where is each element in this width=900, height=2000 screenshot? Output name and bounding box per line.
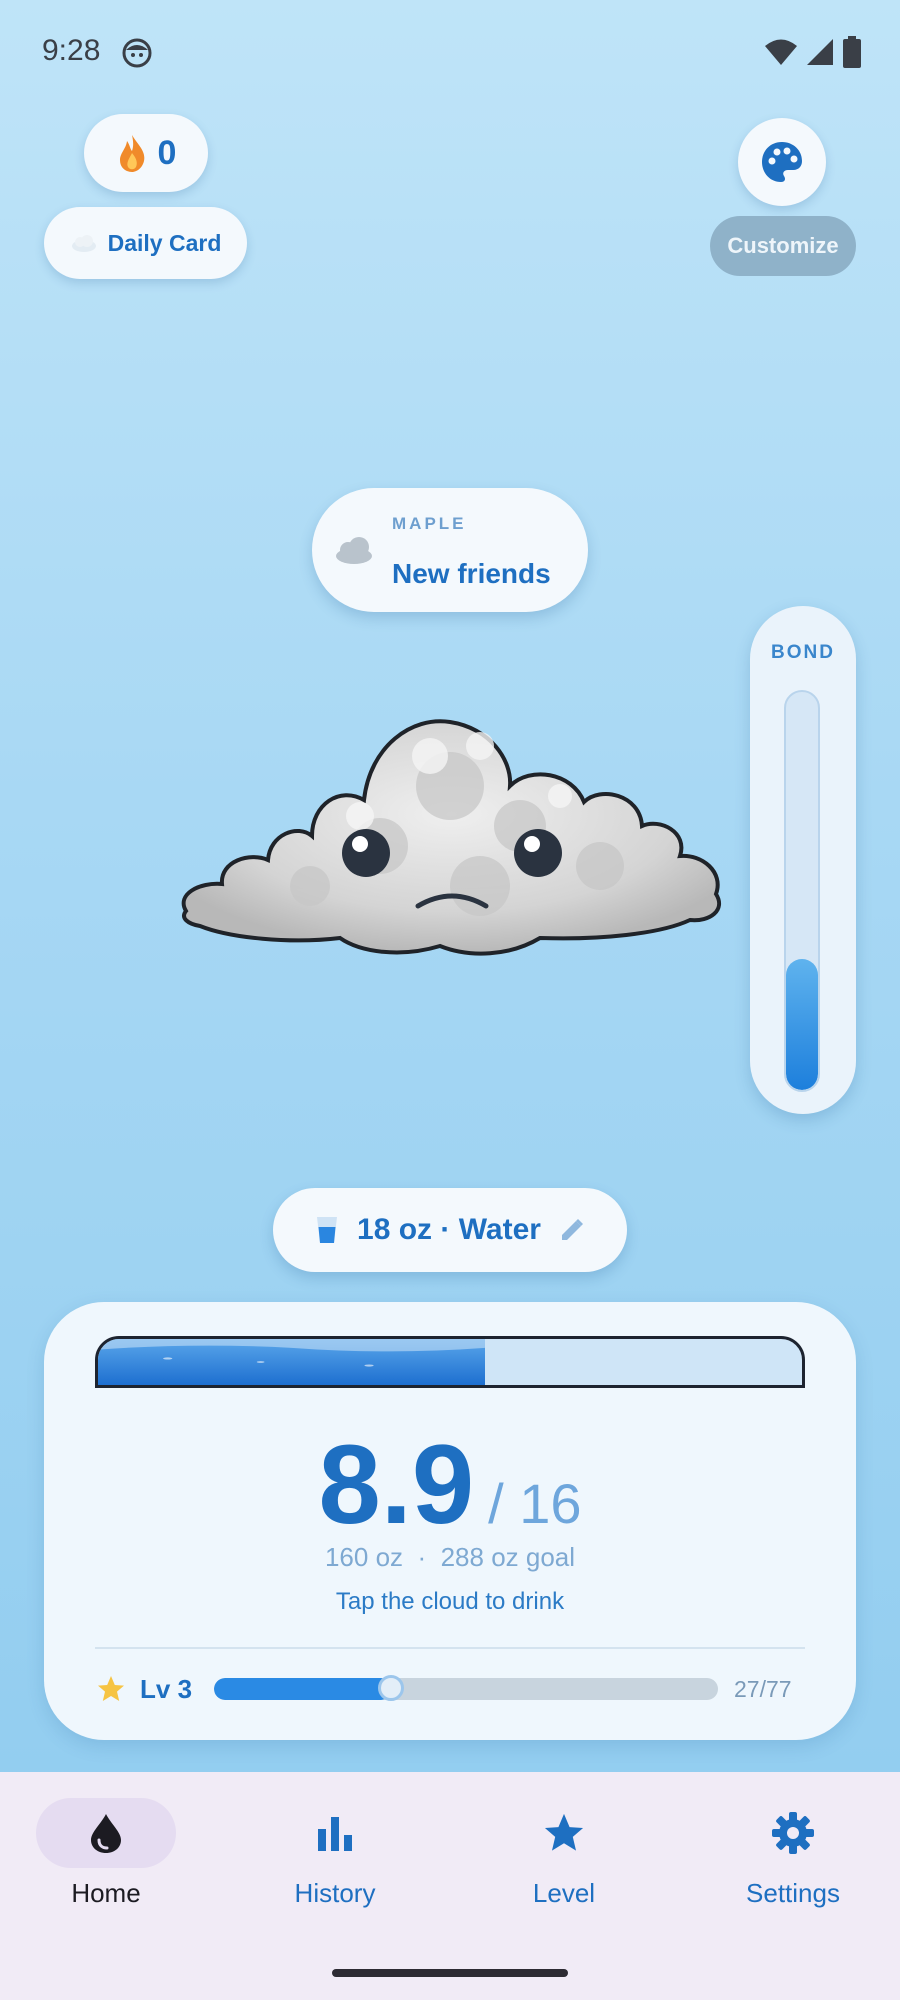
xp-progress-bar xyxy=(214,1678,718,1700)
cup-icon xyxy=(317,1217,338,1243)
nav-home-indicator xyxy=(36,1798,176,1868)
streak-badge[interactable]: 0 xyxy=(84,114,208,192)
intake-value: 8.9 xyxy=(318,1422,475,1547)
nav-home-label: Home xyxy=(71,1878,141,1908)
gesture-handle[interactable] xyxy=(332,1969,568,1977)
card-divider xyxy=(95,1647,805,1649)
cloud-icon xyxy=(336,537,372,564)
bottom-navigation: Home History Level Settings xyxy=(0,1772,900,2000)
bond-fill xyxy=(786,958,818,1090)
cloud-small-icon xyxy=(71,235,96,252)
bar-chart-icon xyxy=(318,1817,352,1851)
progress-card: 8.9/ 16 160 oz · 288 oz goal Tap the clo… xyxy=(44,1302,856,1740)
cellular-signal-icon xyxy=(807,39,833,65)
bond-meter: BOND xyxy=(750,606,856,1114)
nav-level-indicator xyxy=(494,1798,634,1868)
palette-button[interactable] xyxy=(738,118,826,206)
battery-icon xyxy=(843,36,861,68)
nav-history-label: History xyxy=(294,1878,376,1908)
daily-card-button[interactable]: Daily Card xyxy=(44,207,247,279)
wifi-icon xyxy=(765,39,797,65)
water-progress-fill xyxy=(98,1339,486,1385)
customize-button[interactable]: Customize xyxy=(710,216,856,276)
nav-settings-label: Settings xyxy=(746,1878,840,1908)
intake-readout: 8.9/ 16 xyxy=(44,1420,856,1549)
xp-text: 27/77 xyxy=(734,1676,792,1702)
xp-fill xyxy=(214,1678,391,1700)
nav-history[interactable]: History xyxy=(235,1798,435,1928)
bond-label: BOND xyxy=(771,642,835,663)
gear-icon xyxy=(772,1812,814,1854)
level-label: Lv 3 xyxy=(140,1674,193,1704)
water-progress-bar xyxy=(95,1336,805,1388)
nav-level[interactable]: Level xyxy=(464,1798,664,1928)
flame-icon xyxy=(119,135,144,172)
status-icons xyxy=(764,36,862,68)
level-star-icon xyxy=(98,1676,124,1701)
star-icon xyxy=(544,1813,584,1851)
drink-label: 18 oz · Water xyxy=(357,1213,541,1246)
bond-track xyxy=(784,690,820,1092)
nav-history-indicator xyxy=(265,1798,405,1868)
drink-selector-button[interactable]: 18 oz · Water xyxy=(273,1188,627,1272)
ounce-summary: 160 oz · 288 oz goal xyxy=(324,1542,576,1572)
daily-card-label: Daily Card xyxy=(107,229,222,256)
pet-message: New friends xyxy=(392,558,551,589)
cloud-pet[interactable] xyxy=(180,676,724,966)
water-drop-icon xyxy=(91,1814,121,1853)
xp-knob xyxy=(377,1675,404,1701)
streak-count: 0 xyxy=(157,133,177,172)
intake-goal: / 16 xyxy=(488,1472,582,1535)
speech-bubble: MAPLE New friends xyxy=(312,488,588,612)
nav-settings-indicator xyxy=(723,1798,863,1868)
tap-hint: Tap the cloud to drink xyxy=(335,1588,565,1615)
nav-level-label: Level xyxy=(532,1878,596,1908)
status-time: 9:28 xyxy=(42,34,101,67)
edit-pencil-icon xyxy=(561,1219,583,1240)
palette-icon xyxy=(762,142,802,182)
nav-settings[interactable]: Settings xyxy=(693,1798,893,1928)
nav-home[interactable]: Home xyxy=(6,1798,206,1928)
pet-name: MAPLE xyxy=(392,514,467,533)
notification-face-icon xyxy=(122,38,152,68)
